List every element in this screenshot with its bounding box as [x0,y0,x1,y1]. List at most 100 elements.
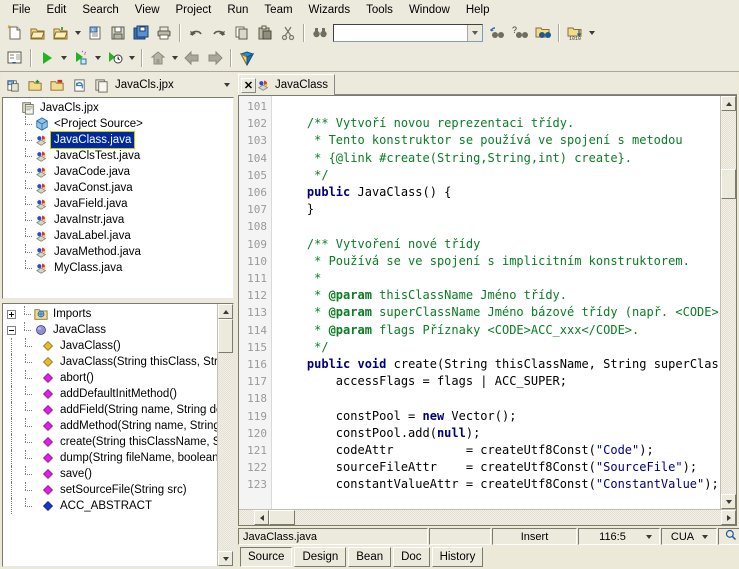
caret-dropdown-icon[interactable] [642,535,655,539]
browse-classes-dropdown[interactable] [586,22,597,44]
open-project-button[interactable] [26,22,49,44]
structure-scroll-thumb[interactable] [218,319,233,353]
debug-button[interactable] [103,47,126,69]
code-line[interactable]: constantValueAttr = createUtf8Const("Con… [272,476,720,493]
menu-item-wizards[interactable]: Wizards [301,1,359,19]
v-scroll-track-top[interactable] [721,111,736,169]
home-dropdown[interactable] [169,47,180,69]
search-help-button[interactable]: ? [508,22,531,44]
search-history-dropdown[interactable] [467,24,482,41]
tree-item-selected[interactable]: JavaClass.java [5,131,233,149]
redo-button[interactable] [207,22,230,44]
scroll-down-button[interactable] [721,494,736,509]
make-project-button[interactable] [3,47,26,69]
structure-item[interactable]: addMethod(String name, String [5,418,217,434]
menu-item-run[interactable]: Run [219,1,256,19]
tree-item[interactable]: JavaConst.java [5,180,233,196]
menu-item-file[interactable]: File [4,1,39,19]
code-area[interactable]: /** Vytvoří novou reprezentaci třídy. * … [272,96,720,509]
structure-scroll-up-button[interactable] [218,304,233,319]
structure-tree-panel[interactable]: Imports JavaClass JavaClass() JavaClass(Str… [2,303,234,567]
structure-scrollbar[interactable] [217,304,233,566]
code-line[interactable]: /** Vytvoří novou reprezentaci třídy. [272,115,720,132]
view-tab-design[interactable]: Design [294,547,347,567]
undo-button[interactable] [184,22,207,44]
structure-item[interactable]: dump(String fileName, boolean [5,450,217,466]
new-file-button[interactable] [3,22,26,44]
view-tab-source[interactable]: Source [240,547,293,567]
status-keymap[interactable]: CUA [661,528,717,545]
help-button[interactable] [235,47,258,69]
project-pane-dropdown[interactable] [220,75,234,96]
menu-item-edit[interactable]: Edit [39,1,75,19]
open-file-dropdown[interactable] [72,22,83,44]
add-to-project-button[interactable] [24,75,46,96]
menu-item-help[interactable]: Help [458,1,498,19]
menu-item-team[interactable]: Team [256,1,300,19]
code-line[interactable]: * {@link #create(String,String,int) crea… [272,150,720,167]
run-config-dropdown[interactable] [92,47,103,69]
view-tab-bean[interactable]: Bean [348,547,392,567]
close-project-button[interactable]: x [83,22,106,44]
tree-item[interactable]: <Project Source> [5,116,233,132]
tree-item[interactable]: JavaLabel.java [5,228,233,244]
tree-item[interactable]: MyClass.java [5,260,233,276]
forward-button[interactable] [203,47,226,69]
code-line[interactable]: public JavaClass() { [272,184,720,201]
code-line[interactable]: /** Vytvoření nové třídy [272,236,720,253]
keymap-dropdown-icon[interactable] [699,535,712,539]
structure-item[interactable]: addField(String name, String de [5,402,217,418]
debug-dropdown[interactable] [126,47,137,69]
save-button[interactable] [106,22,129,44]
code-line[interactable]: */ [272,339,720,356]
scroll-left-button[interactable] [254,510,269,525]
cut-button[interactable] [276,22,299,44]
view-tab-history[interactable]: History [431,547,484,567]
scroll-right-button[interactable] [721,510,736,525]
status-insert-mode[interactable]: Insert [492,528,577,545]
code-line[interactable]: * @param superClassName Jméno bázové tří… [272,304,720,321]
search-input[interactable] [333,23,483,42]
scroll-up-button[interactable] [721,96,736,111]
code-line[interactable]: accessFlags = flags | ACC_SUPER; [272,373,720,390]
code-line[interactable] [272,390,720,407]
find-button[interactable] [308,22,331,44]
code-line[interactable]: codeAttr = createUtf8Const("Code"); [272,442,720,459]
expand-icon[interactable] [5,306,18,322]
structure-item[interactable]: abort() [5,370,217,386]
menu-item-view[interactable]: View [127,1,168,19]
code-line[interactable]: * [272,270,720,287]
source-editor[interactable]: 101 102 103 104 105 106 107 108 109 110 111 112 113 1… [238,95,737,526]
structure-item[interactable]: addDefaultInitMethod() [5,386,217,402]
editor-tab-javaclass[interactable]: ✕ JavaClass [238,74,336,95]
open-file-button[interactable] [49,22,72,44]
tree-item[interactable]: JavaField.java [5,196,233,212]
structure-item[interactable]: Imports [5,306,217,322]
h-scroll-track-right[interactable] [295,510,721,525]
browse-classes-button[interactable]: 1010 [563,22,586,44]
run-dropdown[interactable] [58,47,69,69]
structure-item[interactable]: setSourceFile(String src) [5,482,217,498]
structure-item[interactable]: save() [5,466,217,482]
run-button[interactable] [35,47,58,69]
menu-item-window[interactable]: Window [401,1,458,19]
collapse-icon[interactable] [5,322,18,338]
copy-button[interactable] [230,22,253,44]
search-again-button[interactable] [485,22,508,44]
tree-item[interactable]: JavaMethod.java [5,244,233,260]
code-line[interactable]: } [272,201,720,218]
structure-item[interactable]: JavaClass [5,322,217,338]
code-line[interactable] [272,218,720,235]
code-line[interactable]: constPool = new Vector(); [272,408,720,425]
code-line[interactable]: */ [272,167,720,184]
status-caret-position[interactable]: 116:5 [578,528,660,545]
paste-button[interactable] [253,22,276,44]
run-configuration-button[interactable] [69,47,92,69]
editor-vertical-scrollbar[interactable] [720,96,736,509]
magnifier-icon[interactable] [725,529,737,544]
find-in-path-button[interactable] [531,22,554,44]
structure-item[interactable]: JavaClass() [5,338,217,354]
code-line[interactable] [272,98,720,115]
structure-scroll-track[interactable] [218,353,233,551]
menu-item-search[interactable]: Search [74,1,126,19]
